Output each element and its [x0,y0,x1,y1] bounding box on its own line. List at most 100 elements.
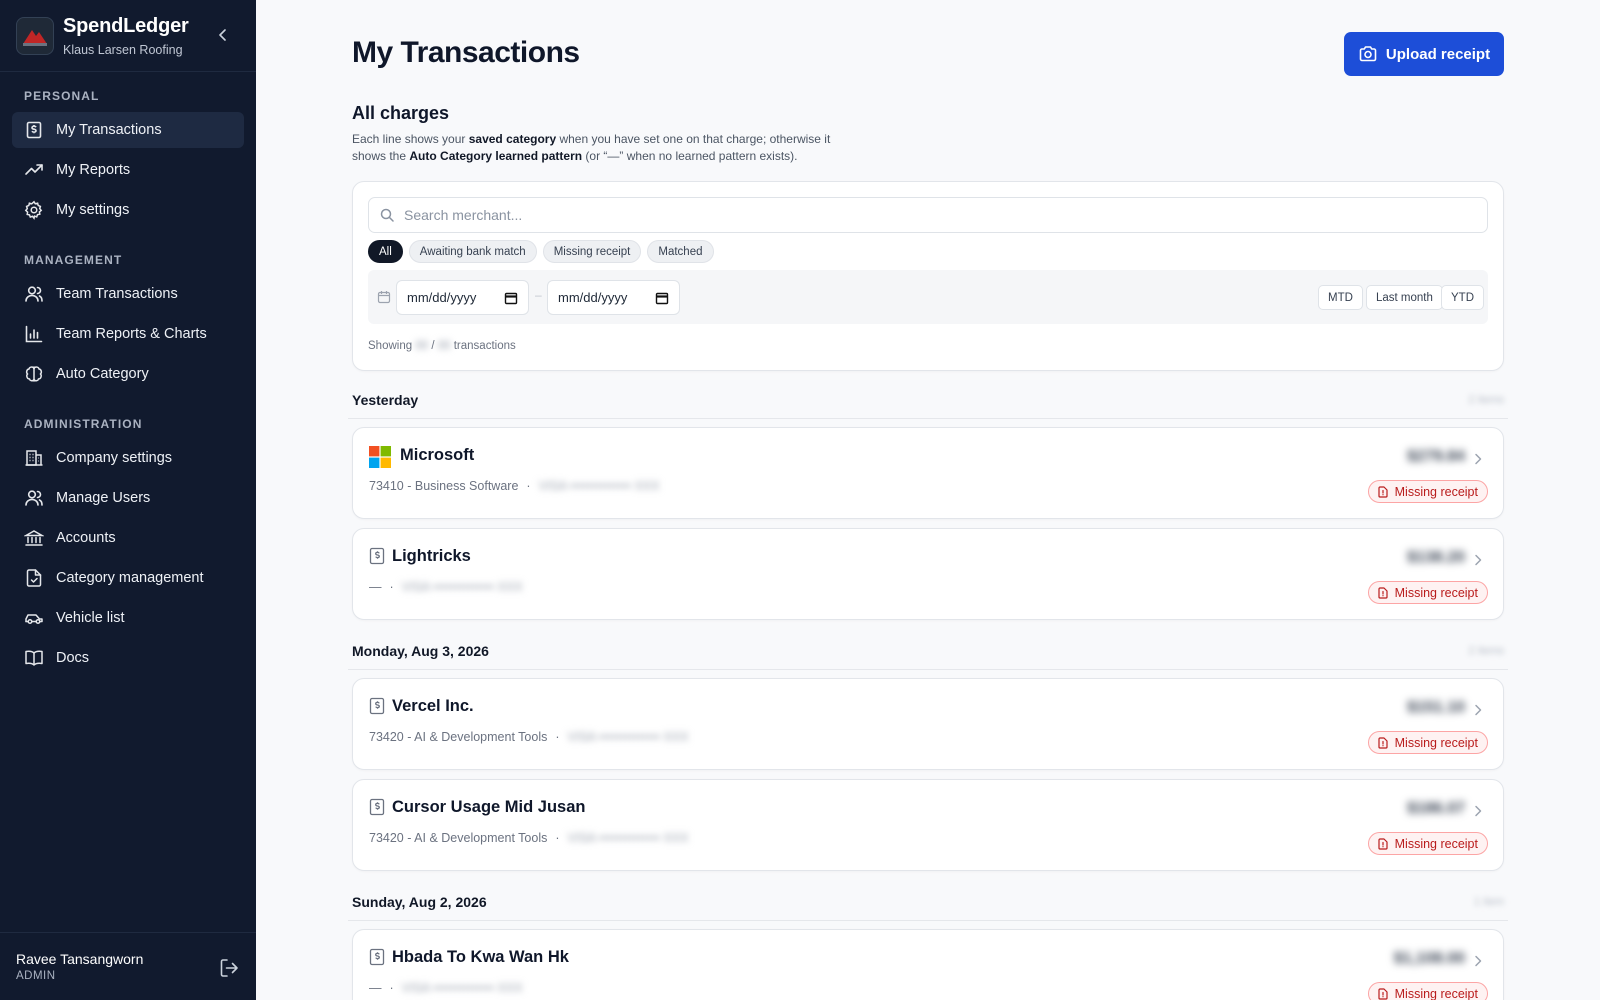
sidebar-item-label: My settings [56,202,130,218]
date-group-header: Monday, Aug 3, 2026 2 items [352,643,1504,659]
logout-icon [220,959,238,977]
filter-chip-missing-receipt[interactable]: Missing receipt [542,240,642,263]
section-title: All charges [352,103,450,123]
sidebar-item-my-settings[interactable]: My settings [12,192,244,228]
merchant-name: Hbada To Kwa Wan Hk [392,948,569,966]
shown-count: 88 [415,340,429,352]
transaction-row[interactable]: Vercel Inc. 73420 - AI & Development Too… [352,678,1504,770]
sidebar-item-my-transactions[interactable]: My Transactions [12,112,244,148]
status-badge: Missing receipt [1367,832,1488,855]
search-input[interactable] [404,207,1464,223]
category-label: — [369,981,382,995]
category-label: 73410 - Business Software [369,479,519,493]
date-from-input[interactable]: mm/dd/yyyy [396,280,529,315]
result-count: Showing 88 / 88 transactions [368,340,516,352]
app-name: SpendLedger [63,14,189,37]
sidebar-item-docs[interactable]: Docs [12,640,244,676]
sidebar-item-auto-category[interactable]: Auto Category [12,356,244,392]
chevron-right-icon [1475,805,1482,817]
status-badge: Missing receipt [1367,480,1488,503]
category-label: — [369,580,382,594]
sidebar-item-label: Auto Category [56,366,149,382]
sidebar-item-label: Team Transactions [56,286,178,302]
sidebar-item-my-reports[interactable]: My Reports [12,152,244,188]
transaction-amount: $279.84 [1407,448,1465,465]
card-number: VISA •••••••••••••• XXX [567,831,689,845]
calendar-picker-icon [655,292,669,305]
sidebar-item-label: Manage Users [56,490,151,506]
nav-heading-management: MANAGEMENT [24,253,123,267]
range-ytd-button[interactable]: YTD [1441,285,1484,310]
sidebar-item-label: Docs [56,650,90,666]
group-count: 2 items [1468,394,1504,406]
bar-chart-icon [25,325,43,343]
range-mtd-button[interactable]: MTD [1318,285,1363,310]
date-group-header: Yesterday 2 items [352,392,1504,408]
receipt-icon [369,948,385,966]
transaction-amount: $1,108.00 [1393,950,1465,967]
chevron-right-icon [1475,453,1482,465]
nav-heading-personal: PERSONAL [24,89,100,103]
transaction-row[interactable]: Microsoft 73410 - Business Software · VISA… [352,427,1504,519]
transaction-row[interactable]: Lightricks — · VISA •••••••••••••• XXX $13… [352,528,1504,620]
main-content: My Transactions Upload receipt All charg… [256,0,1600,1000]
range-last-month-button[interactable]: Last month [1366,285,1443,310]
sidebar-item-accounts[interactable]: Accounts [12,520,244,556]
card-number: VISA •••••••••••••• XXX [538,479,660,493]
transaction-row[interactable]: Cursor Usage Mid Jusan 73420 - AI & Deve… [352,779,1504,871]
sidebar-item-label: Category management [56,570,204,586]
filter-chip-awaiting-bank-match[interactable]: Awaiting bank match [408,240,537,263]
sidebar-item-label: My Transactions [56,122,162,138]
sidebar-item-vehicle-list[interactable]: Vehicle list [12,600,244,636]
brain-icon [25,366,43,382]
search-icon [380,208,394,222]
transaction-meta: — · VISA •••••••••••••• XXX [369,580,523,594]
bank-icon [24,530,44,546]
user-profile: Ravee Tansangworn ADMIN [0,932,256,1000]
sidebar: SpendLedger Klaus Larsen Roofing PERSONA… [0,0,256,1000]
filter-chip-matched[interactable]: Matched [647,240,714,263]
divider [348,920,1508,921]
nav-heading-administration: ADMINISTRATION [24,417,143,431]
date-range-separator: – [535,288,542,302]
sidebar-item-manage-users[interactable]: Manage Users [12,480,244,516]
receipt-dollar-icon [26,121,42,139]
filter-chip-all[interactable]: All [368,240,403,263]
sidebar-item-team-reports[interactable]: Team Reports & Charts [12,316,244,352]
file-alert-icon [1378,987,1388,1000]
merchant-name: Microsoft [400,446,475,464]
status-filter-chips: All Awaiting bank match Missing receipt … [368,240,714,263]
upload-receipt-button[interactable]: Upload receipt [1344,32,1504,76]
collapse-sidebar-button[interactable] [210,22,236,48]
page-title: My Transactions [352,36,580,69]
receipt-icon [369,798,385,816]
date-group-header: Sunday, Aug 2, 2026 1 item [352,894,1504,910]
sidebar-item-team-transactions[interactable]: Team Transactions [12,276,244,312]
merchant-name: Cursor Usage Mid Jusan [392,798,586,816]
logout-button[interactable] [218,957,240,979]
transaction-amount: $151.10 [1407,699,1465,716]
transaction-meta: 73420 - AI & Development Tools · VISA ••••… [369,831,689,845]
date-to-input[interactable]: mm/dd/yyyy [547,280,680,315]
chevron-left-icon [219,29,226,41]
users-icon [25,490,43,506]
microsoft-logo-icon [369,446,391,468]
chevron-right-icon [1475,554,1482,566]
calendar-icon [377,291,391,304]
camera-icon [1359,46,1377,62]
sidebar-item-category-management[interactable]: Category management [12,560,244,596]
sidebar-item-company-settings[interactable]: Company settings [12,440,244,476]
car-icon [25,614,43,625]
receipt-icon [369,547,385,565]
merchant-name: Lightricks [392,547,471,565]
transaction-row[interactable]: Hbada To Kwa Wan Hk — · VISA •••••••••••••… [352,929,1504,1000]
card-number: VISA •••••••••••••• XXX [401,580,523,594]
upload-receipt-label: Upload receipt [1385,45,1491,63]
trending-up-icon [25,164,43,175]
sidebar-item-label: Vehicle list [56,610,125,626]
receipt-icon [369,697,385,715]
calendar-picker-icon [504,292,518,305]
sidebar-item-label: Company settings [56,450,173,466]
merchant-name: Vercel Inc. [392,697,474,715]
transaction-meta: 73410 - Business Software · VISA •••••••••… [369,479,660,493]
